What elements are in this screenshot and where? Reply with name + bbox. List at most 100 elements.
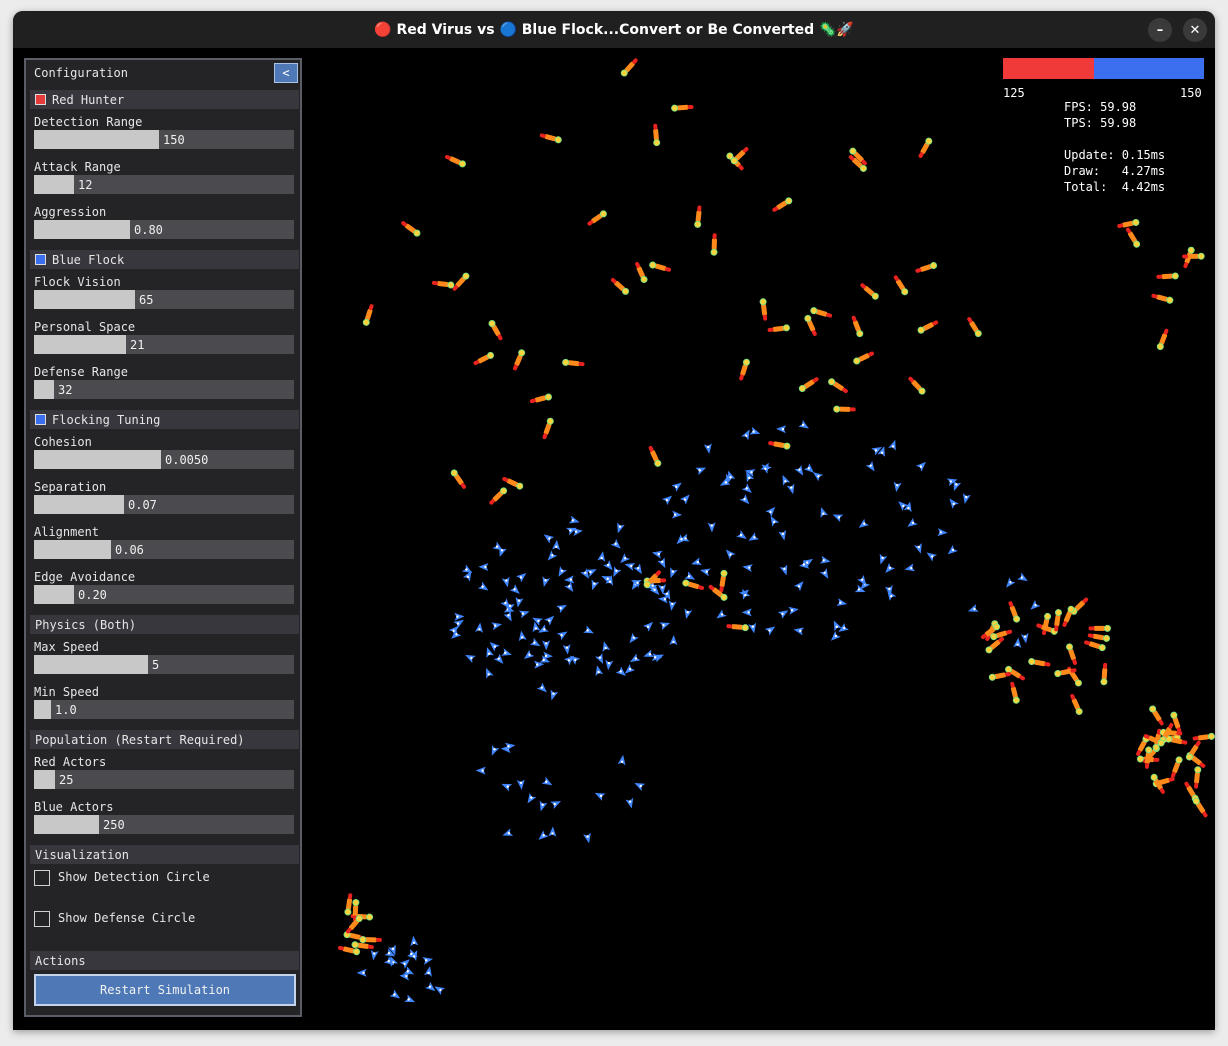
- separation-slider[interactable]: 0.07: [34, 495, 294, 514]
- red-virus: [1182, 252, 1205, 260]
- blue-boid: [516, 779, 525, 790]
- blue-boid: [605, 659, 614, 671]
- show-detection-checkbox[interactable]: [34, 870, 50, 886]
- slider-fill: [34, 175, 74, 194]
- red-virus: [1100, 662, 1108, 686]
- blue-boid: [661, 495, 673, 506]
- cohesion-slider[interactable]: 0.0050: [34, 450, 294, 469]
- close-icon[interactable]: ✕: [1183, 18, 1207, 42]
- red-virus: [671, 104, 694, 112]
- red-virus: [444, 154, 466, 168]
- blue-boid: [776, 425, 787, 434]
- restart-simulation-button[interactable]: Restart Simulation: [34, 974, 296, 1006]
- slider-fill: [34, 380, 54, 399]
- red-virus: [1008, 601, 1021, 623]
- blue-boid: [617, 754, 626, 766]
- blue-boid: [741, 608, 752, 617]
- blue-actors-slider[interactable]: 250: [34, 815, 294, 834]
- blue-boid: [1020, 633, 1029, 644]
- blue-boid: [501, 783, 513, 792]
- red-virus: [893, 275, 909, 296]
- defense-range-slider[interactable]: 32: [34, 380, 294, 399]
- red-actors-slider[interactable]: 25: [34, 770, 294, 789]
- section-title: Actions: [35, 953, 86, 968]
- blue-swatch-icon: [35, 414, 46, 425]
- red-virus: [1150, 773, 1165, 794]
- blue-boid: [691, 557, 702, 565]
- section-blue-flock: Blue Flock: [30, 250, 299, 269]
- fps-readout: FPS: 59.98: [1064, 100, 1137, 114]
- max-speed-slider[interactable]: 5: [34, 655, 294, 674]
- slider-value: 0.06: [115, 543, 144, 557]
- slider-value: 1.0: [55, 703, 77, 717]
- red-virus: [682, 579, 705, 591]
- blue-boid: [558, 566, 567, 577]
- blue-boid: [643, 649, 655, 657]
- section-physics: Physics (Both): [30, 615, 299, 634]
- blue-boid: [888, 439, 896, 451]
- blue-boid: [749, 426, 761, 435]
- blue-boid: [836, 598, 848, 606]
- section-title: Physics (Both): [35, 617, 137, 632]
- red-virus: [719, 569, 728, 593]
- simulation-canvas[interactable]: 125 150 FPS: 59.98 TPS: 59.98 Update: 0.…: [13, 48, 1215, 1030]
- blue-boid: [550, 801, 562, 810]
- blue-boid: [491, 622, 502, 631]
- blue-boid: [556, 631, 568, 641]
- slider-value: 0.80: [134, 223, 163, 237]
- red-virus: [853, 351, 874, 365]
- blue-boid: [903, 501, 912, 513]
- blue-boid: [583, 832, 591, 844]
- blue-boid: [465, 654, 476, 663]
- red-virus: [362, 304, 374, 326]
- flock-vision-slider[interactable]: 65: [34, 290, 294, 309]
- red-virus: [908, 376, 926, 395]
- red-virus: [539, 133, 562, 144]
- blue-boid: [501, 576, 510, 588]
- show-defense-checkbox[interactable]: [34, 911, 50, 927]
- blue-boid: [742, 564, 753, 573]
- collapse-panel-button[interactable]: <: [274, 63, 298, 83]
- attack-range-label: Attack Range: [34, 160, 121, 174]
- red-virus: [1010, 681, 1020, 704]
- red-virus: [649, 261, 672, 272]
- personal-space-slider[interactable]: 21: [34, 335, 294, 354]
- section-red-hunter: Red Hunter: [30, 90, 299, 109]
- blue-boid: [716, 609, 727, 619]
- minimize-icon[interactable]: –: [1148, 18, 1172, 42]
- section-population: Population (Restart Required): [30, 730, 299, 749]
- slider-fill: [34, 450, 161, 469]
- red-virus: [988, 672, 1011, 681]
- blue-boid: [493, 653, 504, 664]
- blue-boid: [523, 649, 535, 659]
- blue-boid: [643, 621, 654, 632]
- detection-range-slider[interactable]: 150: [34, 130, 294, 149]
- blue-boid: [947, 544, 958, 555]
- slider-fill: [34, 290, 135, 309]
- blue-boid: [542, 576, 551, 588]
- alignment-slider[interactable]: 0.06: [34, 540, 294, 559]
- slider-value: 32: [58, 383, 73, 397]
- blue-boid: [830, 630, 841, 641]
- blue-boid: [703, 443, 712, 454]
- red-virus: [653, 123, 661, 147]
- slider-value: 0.07: [128, 498, 157, 512]
- blue-boid: [651, 550, 663, 559]
- min-speed-slider[interactable]: 1.0: [34, 700, 294, 719]
- slider-value: 12: [78, 178, 93, 192]
- red-virus: [529, 393, 552, 404]
- edge-avoidance-slider[interactable]: 0.20: [34, 585, 294, 604]
- blue-boid: [486, 647, 494, 658]
- alignment-label: Alignment: [34, 525, 100, 539]
- slider-value: 65: [139, 293, 154, 307]
- blue-boid: [595, 665, 604, 676]
- blue-boid: [914, 543, 922, 554]
- aggression-slider[interactable]: 0.80: [34, 220, 294, 239]
- blue-boid: [786, 483, 795, 495]
- red-swatch-icon: [35, 94, 46, 105]
- red-virus: [450, 469, 466, 489]
- blue-boid: [736, 530, 747, 539]
- blue-boid: [583, 625, 594, 634]
- blue-boid: [527, 792, 537, 804]
- attack-range-slider[interactable]: 12: [34, 175, 294, 194]
